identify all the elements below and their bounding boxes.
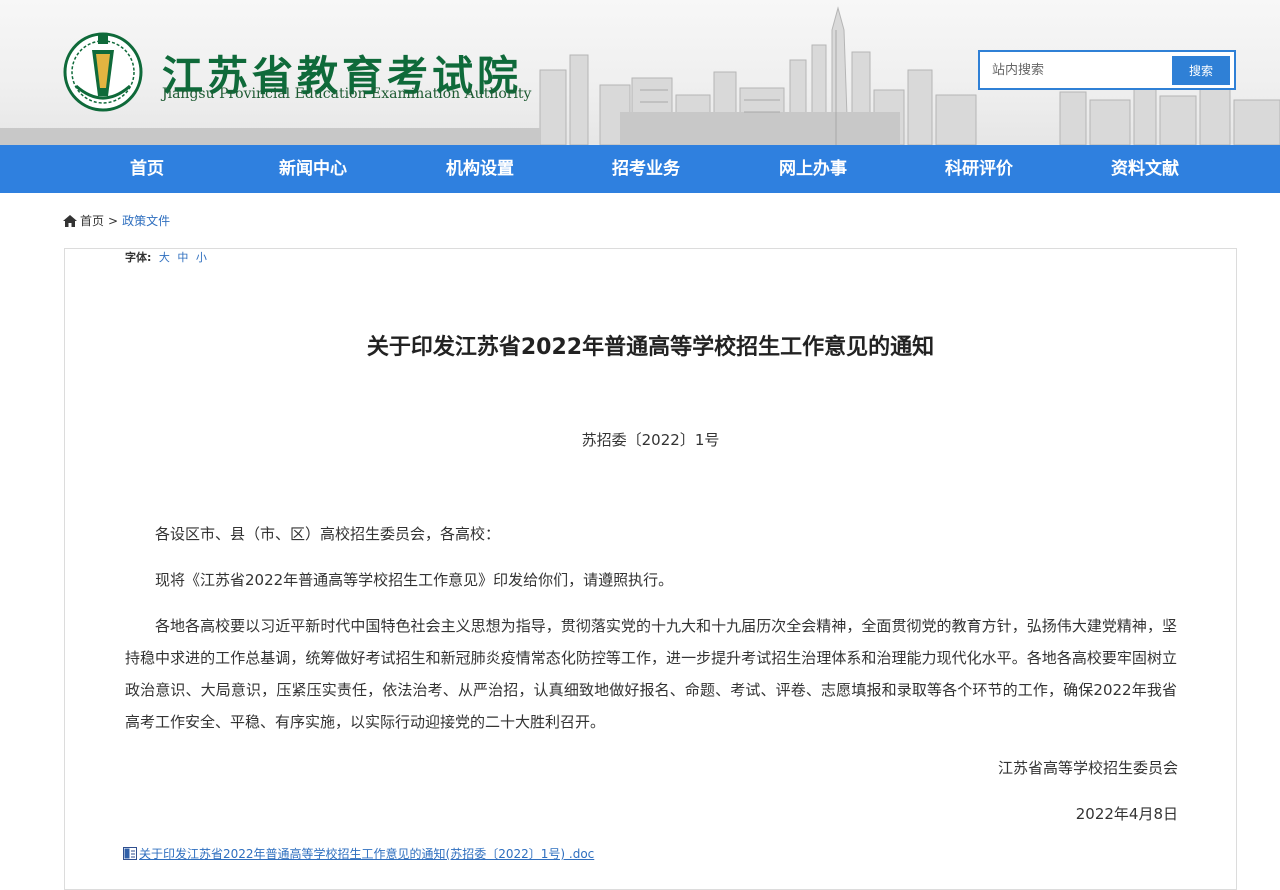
nav-item-news[interactable]: 新闻中心	[243, 145, 383, 193]
breadcrumb: 首页 > 政策文件	[63, 212, 170, 229]
nav-item-research[interactable]: 科研评价	[909, 145, 1049, 193]
home-icon	[63, 215, 77, 227]
nav-item-org[interactable]: 机构设置	[410, 145, 550, 193]
article-date: 2022年4月8日	[1075, 805, 1178, 823]
search-button[interactable]: 搜索	[1172, 56, 1230, 85]
font-size-small[interactable]: 小	[196, 251, 207, 264]
article-paragraph: 现将《江苏省2022年普通高等学校招生工作意见》印发给你们，请遵照执行。	[155, 571, 674, 589]
main-nav: 首页 新闻中心 机构设置 招考业务 网上办事 科研评价 资料文献	[0, 145, 1280, 193]
article-paragraph: 各地各高校要以习近平新时代中国特色社会主义思想为指导，贯彻落实党的十九大和十九届…	[125, 617, 1177, 731]
nav-item-docs[interactable]: 资料文献	[1075, 145, 1215, 193]
nav-item-admission[interactable]: 招考业务	[576, 145, 716, 193]
nav-item-online[interactable]: 网上办事	[743, 145, 883, 193]
institute-logo-emblem	[63, 32, 143, 112]
article-panel: 字体: 大 中 小 关于印发江苏省2022年普通高等学校招生工作意见的通知 苏招…	[64, 248, 1237, 890]
site-title-english: Jiangsu Provincial Education Examination…	[162, 86, 532, 102]
article-title: 关于印发江苏省2022年普通高等学校招生工作意见的通知	[366, 335, 935, 360]
breadcrumb-current-link[interactable]: 政策文件	[122, 214, 170, 228]
font-size-large[interactable]: 大	[159, 251, 170, 264]
article-paragraph: 各设区市、县（市、区）高校招生委员会，各高校：	[155, 525, 501, 543]
font-size-switcher: 字体: 大 中 小	[125, 249, 207, 265]
word-doc-icon	[123, 847, 137, 860]
breadcrumb-home-link[interactable]: 首页	[80, 214, 104, 228]
document-number: 苏招委〔2022〕1号	[581, 431, 720, 449]
breadcrumb-separator: >	[108, 214, 119, 228]
site-header: 江苏省教育考试院 Jiangsu Provincial Education Ex…	[0, 0, 1280, 145]
attachment-link[interactable]: 关于印发江苏省2022年普通高等学校招生工作意见的通知(苏招委〔2022〕1号)…	[123, 845, 594, 862]
font-size-medium[interactable]: 中	[177, 251, 188, 264]
font-size-label: 字体:	[125, 251, 152, 264]
nav-item-home[interactable]: 首页	[77, 145, 217, 193]
site-search: 搜索	[978, 50, 1236, 90]
article-signer: 江苏省高等学校招生委员会	[997, 759, 1178, 777]
search-input[interactable]	[980, 52, 1180, 88]
